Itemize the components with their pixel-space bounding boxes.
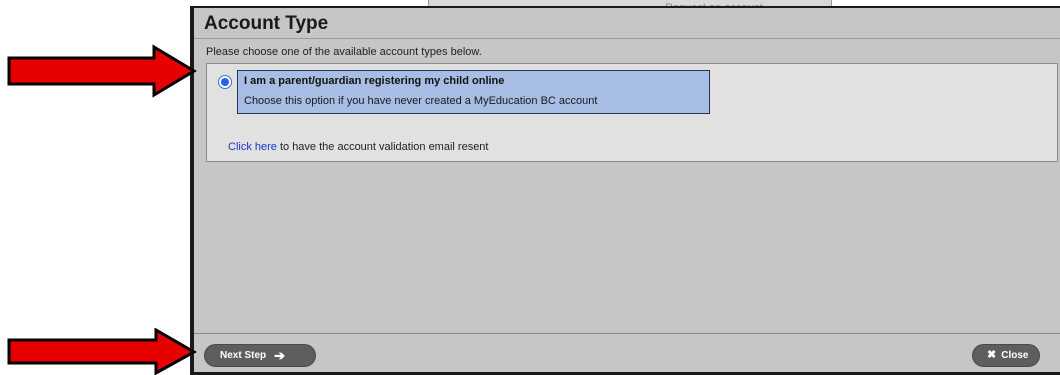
next-step-label: Next Step — [220, 350, 267, 361]
screen: Request an account Account Type Please c… — [0, 0, 1060, 375]
arrow-right-icon: ➔ — [274, 348, 286, 363]
close-label: Close — [1001, 350, 1029, 361]
x-icon: ✖ — [987, 349, 997, 361]
option-description: Choose this option if you have never cre… — [244, 95, 598, 107]
close-button[interactable]: ✖ Close — [972, 344, 1040, 367]
next-step-button[interactable]: Next Step ➔ — [204, 344, 316, 367]
account-options-panel: I am a parent/guardian registering my ch… — [206, 63, 1058, 162]
resend-link[interactable]: Click here — [228, 141, 277, 153]
dialog-title: Account Type — [204, 13, 329, 34]
parent-guardian-radio[interactable] — [218, 75, 232, 89]
instruction-text: Please choose one of the available accou… — [206, 46, 482, 58]
title-divider — [194, 38, 1060, 39]
option-title: I am a parent/guardian registering my ch… — [244, 75, 505, 87]
annotation-arrow-icon — [7, 328, 198, 375]
account-type-dialog: Account Type Please choose one of the av… — [190, 6, 1060, 375]
parent-guardian-option[interactable]: I am a parent/guardian registering my ch… — [237, 70, 710, 114]
resend-text: to have the account validation email res… — [276, 141, 489, 153]
footer-divider — [194, 333, 1060, 334]
annotation-arrow-icon — [7, 44, 197, 98]
resend-validation-text: Click here to have the account validatio… — [228, 141, 488, 153]
